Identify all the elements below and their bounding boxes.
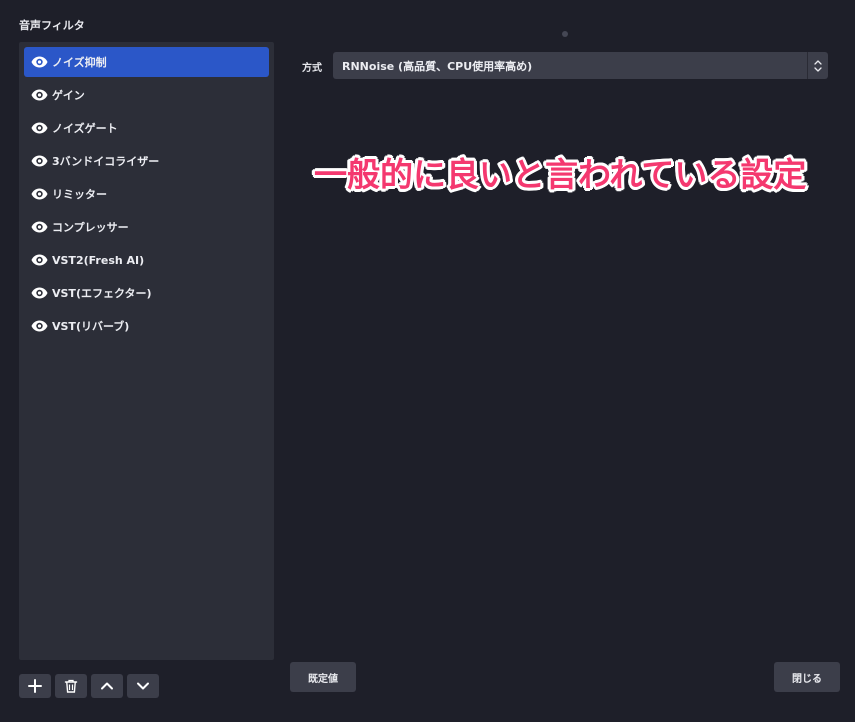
filter-item-label: リミッター bbox=[52, 188, 107, 201]
filter-item-vst-reverb[interactable]: VST(リバーブ) bbox=[24, 311, 269, 341]
eye-icon[interactable] bbox=[31, 254, 48, 266]
filter-item-label: 3バンドイコライザー bbox=[52, 155, 160, 168]
filter-item-vst-effector[interactable]: VST(エフェクター) bbox=[24, 278, 269, 308]
move-up-button[interactable] bbox=[91, 674, 123, 698]
updown-arrows-icon bbox=[807, 52, 828, 79]
filter-item-label: VST(リバーブ) bbox=[52, 320, 130, 333]
eye-icon[interactable] bbox=[31, 56, 48, 68]
filter-item-label: ノイズ抑制 bbox=[52, 56, 107, 69]
filter-item-label: ノイズゲート bbox=[52, 122, 118, 135]
defaults-button[interactable]: 既定値 bbox=[290, 662, 356, 692]
filter-item-3band-eq[interactable]: 3バンドイコライザー bbox=[24, 146, 269, 176]
filter-item-label: ゲイン bbox=[52, 89, 85, 102]
eye-icon[interactable] bbox=[31, 320, 48, 332]
method-select[interactable]: RNNoise (高品質、CPU使用率高め) bbox=[333, 52, 828, 79]
filter-item-label: VST2(Fresh AI) bbox=[52, 253, 145, 267]
eye-icon[interactable] bbox=[31, 287, 48, 299]
filter-list-panel: ノイズ抑制 ゲイン ノイズゲート 3バンドイコライザー リミッター コンプレッサ… bbox=[19, 42, 274, 660]
method-select-value: RNNoise (高品質、CPU使用率高め) bbox=[342, 59, 533, 73]
filter-item-compressor[interactable]: コンプレッサー bbox=[24, 212, 269, 242]
add-filter-button[interactable] bbox=[19, 674, 51, 698]
eye-icon[interactable] bbox=[31, 188, 48, 200]
filter-item-noise-suppression[interactable]: ノイズ抑制 bbox=[24, 47, 269, 77]
eye-icon[interactable] bbox=[31, 155, 48, 167]
section-title: 音声フィルタ bbox=[19, 19, 85, 32]
eye-icon[interactable] bbox=[31, 89, 48, 101]
close-button[interactable]: 閉じる bbox=[774, 662, 840, 692]
filter-item-limiter[interactable]: リミッター bbox=[24, 179, 269, 209]
filter-item-label: コンプレッサー bbox=[52, 221, 129, 234]
method-label: 方式 bbox=[302, 63, 322, 74]
remove-filter-button[interactable] bbox=[55, 674, 87, 698]
annotation-text: 一般的に良いと言われている設定 bbox=[314, 155, 807, 194]
filter-item-gain[interactable]: ゲイン bbox=[24, 80, 269, 110]
resize-handle-dot bbox=[562, 31, 568, 37]
move-down-button[interactable] bbox=[127, 674, 159, 698]
filter-item-noise-gate[interactable]: ノイズゲート bbox=[24, 113, 269, 143]
plus-icon bbox=[28, 679, 42, 693]
trash-icon bbox=[64, 679, 78, 693]
chevron-up-icon bbox=[101, 682, 113, 690]
eye-icon[interactable] bbox=[31, 122, 48, 134]
filter-item-label: VST(エフェクター) bbox=[52, 287, 152, 300]
filter-list: ノイズ抑制 ゲイン ノイズゲート 3バンドイコライザー リミッター コンプレッサ… bbox=[19, 42, 274, 341]
audio-filters-window: 音声フィルタ ノイズ抑制 ゲイン ノイズゲート 3バンドイコライザー リミッター… bbox=[0, 0, 855, 722]
chevron-down-icon bbox=[137, 682, 149, 690]
filter-item-vst2-fresh-ai[interactable]: VST2(Fresh AI) bbox=[24, 245, 269, 275]
eye-icon[interactable] bbox=[31, 221, 48, 233]
